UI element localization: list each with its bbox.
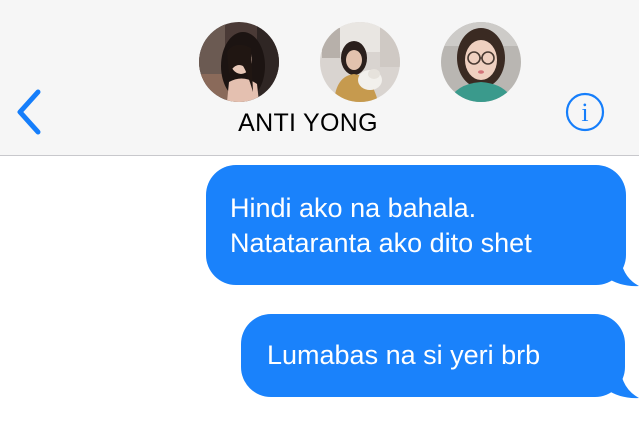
message-text-line: Lumabas na si yeri brb <box>267 340 541 370</box>
avatar-2[interactable] <box>320 22 400 102</box>
info-icon: i <box>565 92 605 132</box>
bubble-tail <box>606 367 639 399</box>
message-text-line: Hindi ako na bahala. <box>230 193 477 223</box>
avatar-photo-1 <box>199 22 279 102</box>
info-button[interactable]: i <box>564 91 606 133</box>
message-bubble[interactable]: Lumabas na si yeri brb <box>241 314 625 397</box>
avatar-photo-2 <box>320 22 400 102</box>
contact-name-label: ANTI YONG <box>238 109 378 137</box>
svg-text:i: i <box>581 98 588 127</box>
avatar-3[interactable] <box>441 22 521 102</box>
contact-name[interactable]: ANTI YONG <box>0 109 616 138</box>
bubble-tail <box>606 255 639 287</box>
avatar-photo-3 <box>441 22 521 102</box>
avatar-1[interactable] <box>199 22 279 102</box>
message-bubble[interactable]: Hindi ako na bahala. Natataranta ako dit… <box>206 165 626 285</box>
message-text-line: Natataranta ako dito shet <box>230 228 532 258</box>
conversation-header: ANTI YONG i <box>0 0 639 156</box>
imessage-screen: ANTI YONG i Hindi ako na bahala. Natatar… <box>0 0 639 442</box>
